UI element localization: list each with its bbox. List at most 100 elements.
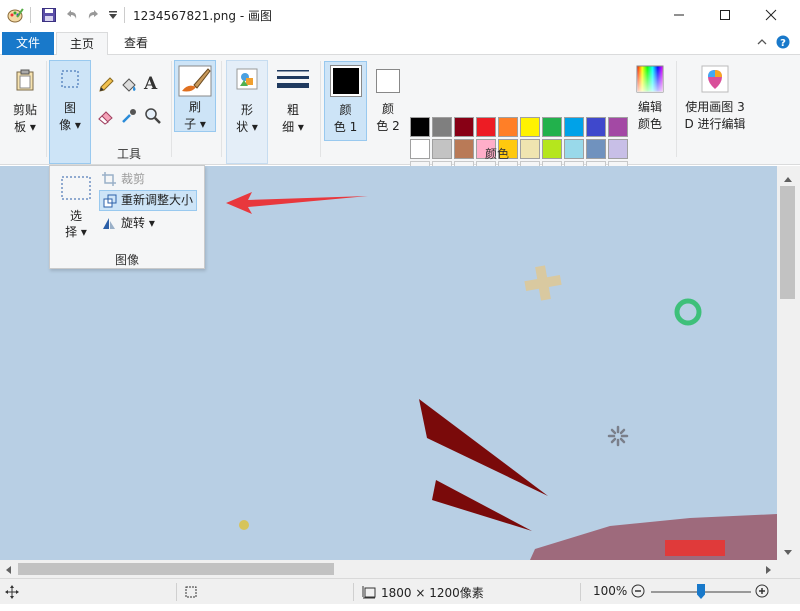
palette-swatch[interactable] (454, 117, 474, 137)
magnifier-icon[interactable] (144, 107, 162, 125)
fill-bucket-icon[interactable] (120, 76, 138, 94)
paint3d-label-1: 使用画图 3 (685, 100, 745, 114)
rotate-label: 旋转 ▾ (121, 216, 155, 230)
eraser-icon[interactable] (97, 107, 115, 125)
palette-swatch[interactable] (410, 139, 430, 159)
status-separator (176, 583, 177, 601)
save-icon[interactable] (41, 7, 57, 23)
palette-swatch[interactable] (520, 139, 540, 159)
size-label-1: 粗 (286, 103, 299, 117)
select-label-2: 择 ▾ (65, 225, 87, 239)
redo-icon[interactable] (86, 7, 102, 23)
zoom-level-text: 100% (593, 584, 628, 598)
maximize-button[interactable] (702, 0, 748, 30)
quick-access-dropdown-icon[interactable] (107, 7, 119, 23)
color2-button[interactable]: 颜 色 2 (368, 61, 408, 141)
paint3d-button[interactable]: 使用画图 3 D 进行编辑 (680, 61, 750, 141)
shapes-button[interactable]: 形 状 ▾ (226, 60, 268, 164)
paint3d-icon (701, 65, 729, 93)
palette-swatch[interactable] (542, 117, 562, 137)
clipboard-icon (13, 68, 37, 92)
palette-swatch[interactable] (608, 139, 628, 159)
vertical-scroll-thumb[interactable] (780, 186, 795, 299)
bottom-strip (0, 604, 800, 611)
red-band-shape (665, 540, 725, 556)
window-title: 1234567821.png - 画图 (133, 9, 272, 23)
scroll-right-icon[interactable] (765, 564, 773, 574)
select-rect-icon (59, 68, 81, 90)
clipboard-label-2: 板 ▾ (14, 120, 36, 134)
dark-red-wedge (432, 480, 532, 531)
size-button[interactable]: 粗 细 ▾ (272, 60, 314, 160)
vertical-scrollbar[interactable] (777, 166, 800, 560)
palette-swatch[interactable] (476, 117, 496, 137)
color-picker-icon[interactable] (120, 107, 138, 125)
crop-menu-item[interactable]: 裁剪 (99, 169, 145, 189)
minimize-icon (674, 14, 684, 16)
group-separator (171, 61, 172, 157)
scroll-up-icon[interactable] (783, 172, 793, 182)
zoom-out-icon[interactable] (631, 584, 645, 598)
palette-swatch[interactable] (564, 117, 584, 137)
palette-swatch[interactable] (410, 117, 430, 137)
tab-home[interactable]: 主页 (56, 32, 108, 56)
scroll-left-icon[interactable] (4, 564, 12, 574)
undo-icon[interactable] (63, 7, 79, 23)
palette-swatch[interactable] (542, 139, 562, 159)
pencil-icon[interactable] (97, 76, 115, 94)
spinner-shape (607, 425, 629, 447)
palette-swatch[interactable] (520, 117, 540, 137)
text-tool-icon[interactable]: A (144, 74, 162, 94)
select-button[interactable]: 选 择 ▾ (56, 174, 96, 244)
select-rect-icon (61, 176, 91, 200)
edit-colors-label-2: 颜色 (637, 117, 662, 131)
help-icon[interactable]: ? (776, 35, 790, 49)
crop-icon (102, 172, 116, 186)
color1-button[interactable]: 颜 色 1 (324, 61, 367, 141)
resize-menu-item[interactable]: 重新调整大小 (99, 190, 197, 211)
image-dropdown-menu: 选 择 ▾ 裁剪 重新调整大小 旋转 ▾ 图像 (49, 165, 205, 269)
zoom-slider-thumb[interactable] (697, 584, 705, 599)
image-label-2: 像 ▾ (59, 118, 81, 132)
palette-swatch[interactable] (586, 117, 606, 137)
line-width-icon (277, 68, 309, 92)
tab-view[interactable]: 查看 (110, 32, 162, 55)
close-icon (765, 9, 777, 21)
palette-swatch[interactable] (608, 117, 628, 137)
zoom-in-icon[interactable] (755, 584, 769, 598)
rotate-menu-item[interactable]: 旋转 ▾ (99, 213, 155, 233)
edit-colors-button[interactable]: 编辑 颜色 (630, 61, 670, 141)
palette-swatch[interactable] (432, 139, 452, 159)
image-button[interactable]: 图 像 ▾ (49, 60, 91, 164)
tab-file[interactable]: 文件 (2, 32, 54, 55)
titlebar-divider (124, 7, 125, 23)
select-label-1: 选 (69, 209, 82, 223)
brush-icon (178, 65, 212, 97)
close-button[interactable] (748, 0, 794, 30)
palette-swatch[interactable] (564, 139, 584, 159)
scroll-down-icon[interactable] (783, 546, 793, 555)
size-label-2: 细 ▾ (282, 120, 304, 134)
horizontal-scroll-thumb[interactable] (18, 563, 334, 575)
beige-plus-shape (524, 265, 562, 301)
palette-swatch[interactable] (498, 117, 518, 137)
image-label-1: 图 (63, 101, 76, 115)
palette-swatch[interactable] (586, 139, 606, 159)
palette-swatch[interactable] (432, 117, 452, 137)
brushes-button[interactable]: 刷 子 ▾ (174, 60, 216, 132)
clipboard-button[interactable]: 剪贴 板 ▾ (6, 60, 44, 160)
status-separator (580, 583, 581, 601)
group-separator (320, 61, 321, 157)
selection-size-icon (184, 585, 198, 599)
status-bar: 1800 × 1200像素 100% (0, 578, 800, 604)
palette-swatch[interactable] (454, 139, 474, 159)
status-separator (353, 583, 354, 601)
collapse-ribbon-icon[interactable] (755, 35, 769, 49)
clipboard-label-1: 剪贴 (12, 103, 37, 117)
ribbon-tabs: 文件 主页 查看 ? (0, 30, 800, 56)
horizontal-scrollbar[interactable] (0, 560, 777, 578)
maximize-icon (720, 10, 730, 20)
title-bar: 1234567821.png - 画图 (0, 0, 800, 30)
minimize-button[interactable] (656, 0, 702, 30)
shapes-label-2: 状 ▾ (236, 120, 258, 134)
